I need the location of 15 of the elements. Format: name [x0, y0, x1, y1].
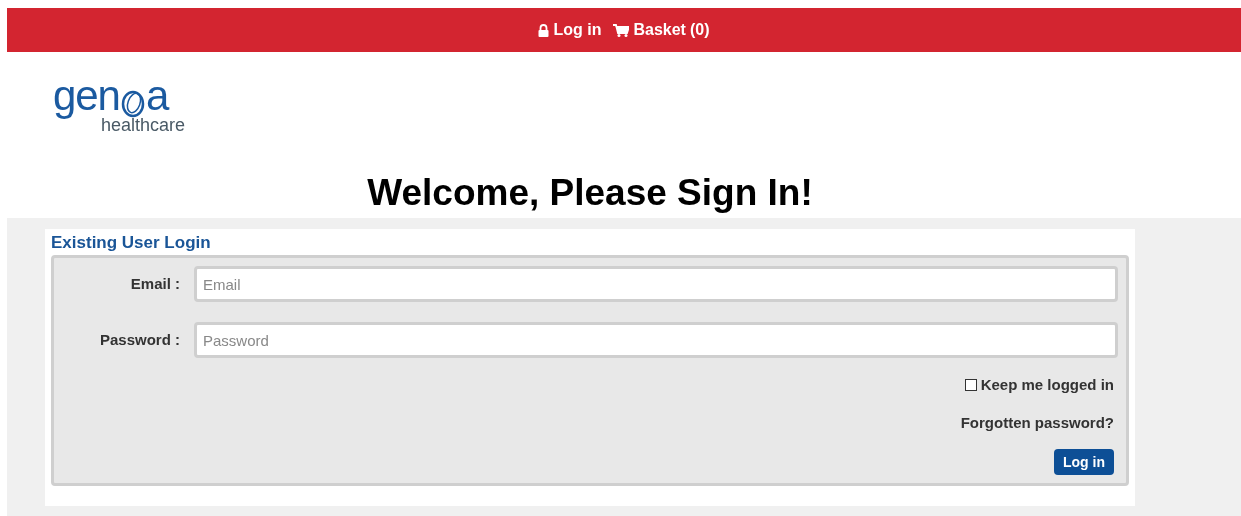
panel-title: Existing User Login [51, 232, 212, 254]
input-field[interactable]: Email [194, 266, 1118, 302]
basket-link[interactable]: Basket (0) [613, 18, 710, 42]
remember-label: Keep me logged in [980, 375, 1114, 395]
login-link[interactable]: Log in [538, 18, 602, 42]
input-field[interactable]: Password [194, 322, 1118, 358]
checkbox[interactable] [964, 379, 977, 392]
cart-icon [613, 23, 630, 37]
login-button[interactable]: Log in [1054, 449, 1114, 475]
field-label: Email : [129, 273, 181, 294]
logo-ring-icon [119, 89, 146, 119]
forgot-password-link[interactable]: Forgotten password? [960, 411, 1114, 434]
field-label: Password : [98, 329, 181, 350]
lock-icon [538, 23, 550, 37]
page-heading: Welcome, Please Sign In! [366, 172, 814, 214]
